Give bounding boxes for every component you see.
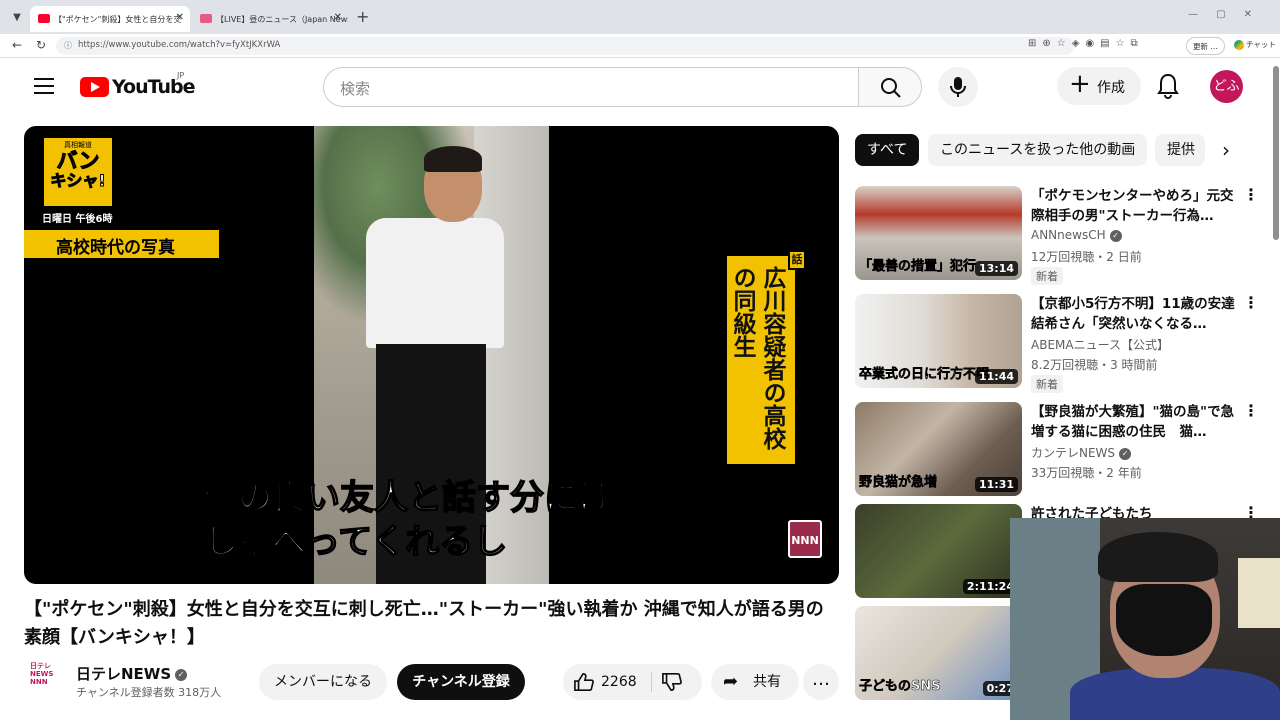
toolbar-icons[interactable]: ⊞⊕☆◈◉▤☆⧉ bbox=[1028, 38, 1144, 49]
browser-tab[interactable]: 【LIVE】昼のニュース（Japan News Di ✕ bbox=[192, 6, 348, 32]
address-bar: ← ↻ ⓘ https://www.youtube.com/watch?v=fy… bbox=[0, 34, 1280, 58]
filter-chips: すべて このニュースを扱った他の動画 提供 bbox=[855, 134, 1250, 166]
url-field[interactable]: ⓘ https://www.youtube.com/watch?v=fyXtJK… bbox=[56, 37, 1074, 55]
verified-icon: ✓ bbox=[1109, 229, 1122, 242]
recommendation-title: 「ポケモンセンターやめろ」元交際相手の男"ストーカー行為… bbox=[1031, 188, 1234, 224]
youtube-play-icon bbox=[80, 77, 109, 97]
duration-badge: 11:44 bbox=[974, 369, 1018, 384]
like-count: 2268 bbox=[601, 674, 637, 690]
tab-title: 【"ポケセン"刺殺】女性と自分を交 bbox=[54, 15, 182, 24]
search-input[interactable]: 検索 bbox=[323, 67, 859, 107]
browser-tab-active[interactable]: 【"ポケセン"刺殺】女性と自分を交 ✕ bbox=[30, 6, 190, 32]
recommendation-title: 【京都小5行方不明】11歳の安達結希さん「突然いなくなる… bbox=[1031, 296, 1235, 332]
nnn-watermark: NNN bbox=[788, 520, 822, 558]
search-placeholder: 検索 bbox=[340, 80, 371, 98]
video-subtitle: 仲の良い友人と話す分には しゃべってくれるし bbox=[203, 477, 613, 563]
account-avatar[interactable]: どふ bbox=[1210, 70, 1243, 103]
recommendation-item[interactable]: 卒業式の日に行方不明 11:44 【京都小5行方不明】11歳の安達結希さん「突然… bbox=[855, 294, 1265, 393]
share-button[interactable]: ➦ 共有 bbox=[711, 664, 799, 700]
video-thumbnail[interactable]: 2:11:24 bbox=[855, 504, 1022, 598]
share-icon: ➦ bbox=[723, 671, 739, 692]
like-dislike-group: 2268 bbox=[563, 664, 702, 700]
video-thumbnail[interactable]: 子どものSNS 0:27 bbox=[855, 606, 1022, 700]
recommendation-item[interactable]: 「最善の措置」犯行 13:14 「ポケモンセンターやめろ」元交際相手の男"ストー… bbox=[855, 186, 1265, 285]
chat-button[interactable]: チャット bbox=[1234, 39, 1276, 50]
recommendation-meta: 8.2万回視聴・3 時間前 bbox=[1031, 358, 1158, 372]
recommendation-title: 【野良猫が大繁殖】"猫の島"で急増する猫に困惑の住民 猫… bbox=[1031, 404, 1235, 440]
copilot-icon bbox=[1234, 40, 1244, 50]
hamburger-menu-icon[interactable] bbox=[34, 78, 54, 94]
subscriber-count: チャンネル登録者数 318万人 bbox=[76, 686, 222, 699]
chat-label: チャット bbox=[1246, 40, 1276, 49]
more-actions-button[interactable]: … bbox=[803, 664, 839, 700]
close-tab-icon[interactable]: ✕ bbox=[176, 12, 184, 23]
microphone-icon bbox=[950, 77, 966, 97]
subscribe-button[interactable]: チャンネル登録 bbox=[397, 664, 525, 700]
update-button[interactable]: 更新 … bbox=[1186, 37, 1225, 55]
voice-search-button[interactable] bbox=[938, 67, 978, 107]
tab-list-chevron-icon[interactable]: ▼ bbox=[8, 9, 26, 27]
plus-icon: + bbox=[1069, 69, 1091, 99]
program-logo: 真相報道 バン キシャ! bbox=[42, 136, 114, 208]
new-badge: 新着 bbox=[1031, 375, 1063, 393]
vertical-tag: 話 bbox=[788, 250, 806, 270]
notifications-bell-icon[interactable] bbox=[1156, 72, 1180, 100]
new-badge: 新着 bbox=[1031, 267, 1063, 285]
recommendation-meta: 12万回視聴・2 日前 bbox=[1031, 250, 1142, 264]
thumbs-down-icon[interactable] bbox=[659, 672, 685, 692]
duration-badge: 13:14 bbox=[974, 261, 1018, 276]
chip-all[interactable]: すべて bbox=[855, 134, 920, 166]
browser-tabbar: ▼ 【"ポケセン"刺殺】女性と自分を交 ✕ 【LIVE】昼のニュース（Japan… bbox=[0, 0, 1280, 34]
create-label: 作成 bbox=[1097, 80, 1125, 96]
search-button[interactable] bbox=[858, 67, 922, 107]
program-schedule: 日曜日 午後6時 bbox=[42, 214, 113, 225]
close-tab-icon[interactable]: ✕ bbox=[334, 12, 342, 23]
reload-icon[interactable]: ↻ bbox=[36, 38, 46, 52]
search-icon bbox=[881, 78, 901, 98]
create-button[interactable]: + 作成 bbox=[1057, 67, 1141, 105]
like-button[interactable]: 2268 bbox=[563, 664, 651, 700]
thumbs-up-icon bbox=[574, 672, 594, 691]
chip-related-news[interactable]: このニュースを扱った他の動画 bbox=[928, 134, 1148, 166]
more-vert-icon[interactable]: ⋮ bbox=[1243, 295, 1259, 311]
chip-provided[interactable]: 提供 bbox=[1155, 134, 1205, 166]
site-info-icon[interactable]: ⓘ bbox=[64, 40, 72, 51]
back-icon[interactable]: ← bbox=[12, 38, 22, 52]
tab-title: 【LIVE】昼のニュース（Japan News Di bbox=[216, 15, 348, 24]
recommendation-channel: ANNnewsCH ✓ bbox=[1031, 228, 1122, 242]
join-button[interactable]: メンバーになる bbox=[259, 664, 387, 700]
duration-badge: 11:31 bbox=[974, 477, 1018, 492]
vertical-caption: 広川容疑者の高校の同級生 bbox=[727, 256, 795, 464]
window-controls[interactable]: —▢✕ bbox=[1188, 9, 1270, 20]
verified-icon: ✓ bbox=[1119, 447, 1132, 460]
url-text: https://www.youtube.com/watch?v=fyXtJKXr… bbox=[78, 40, 281, 50]
recommendation-channel: ABEMAニュース【公式】 bbox=[1031, 338, 1169, 352]
video-title: 【"ポケセン"刺殺】女性と自分を交互に刺し死亡…"ストーカー"強い執着か 沖縄で… bbox=[24, 599, 824, 648]
more-vert-icon[interactable]: ⋮ bbox=[1243, 403, 1259, 419]
photo-caption: 高校時代の写真 bbox=[24, 230, 219, 258]
video-thumbnail[interactable]: 卒業式の日に行方不明 11:44 bbox=[855, 294, 1022, 388]
chevron-right-icon[interactable]: › bbox=[1222, 138, 1230, 162]
video-thumbnail[interactable]: 野良猫が急増 11:31 bbox=[855, 402, 1022, 496]
share-label: 共有 bbox=[753, 674, 781, 690]
recommendation-meta: 33万回視聴・2 年前 bbox=[1031, 466, 1142, 480]
recommendation-channel: カンテレNEWS ✓ bbox=[1031, 444, 1132, 461]
page-scrollbar[interactable] bbox=[1273, 66, 1279, 240]
youtube-favicon-icon bbox=[38, 14, 50, 23]
live-favicon-icon bbox=[200, 14, 212, 23]
video-thumbnail[interactable]: 「最善の措置」犯行 13:14 bbox=[855, 186, 1022, 280]
new-tab-icon[interactable]: + bbox=[356, 7, 369, 26]
channel-name[interactable]: 日テレNEWS ✓ bbox=[76, 663, 188, 684]
more-vert-icon[interactable]: ⋮ bbox=[1243, 187, 1259, 203]
channel-avatar[interactable]: 日テレNEWS NNN bbox=[30, 662, 60, 696]
webcam-overlay bbox=[1010, 518, 1280, 720]
verified-icon: ✓ bbox=[175, 668, 188, 681]
like-divider bbox=[651, 672, 652, 692]
recommendation-item[interactable]: 野良猫が急増 11:31 【野良猫が大繁殖】"猫の島"で急増する猫に困惑の住民 … bbox=[855, 402, 1265, 498]
region-code: JP bbox=[177, 71, 185, 80]
video-player[interactable]: 真相報道 バン キシャ! 日曜日 午後6時 高校時代の写真 広川容疑者の高校の同… bbox=[24, 126, 839, 584]
